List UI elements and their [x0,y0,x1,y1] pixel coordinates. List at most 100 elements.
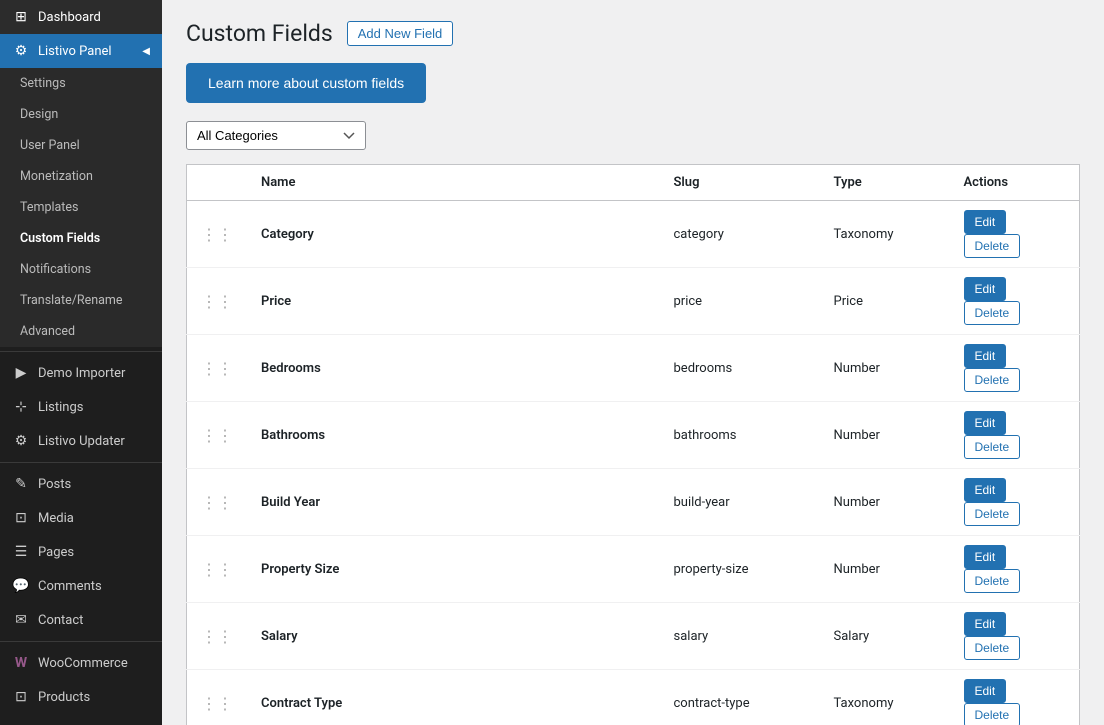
delete-button[interactable]: Delete [964,502,1021,526]
divider-2 [0,462,162,463]
table-row: ⋮⋮ Bedrooms bedrooms Number Edit Delete [187,335,1080,402]
drag-handle[interactable]: ⋮⋮ [187,402,248,469]
field-name: Bathrooms [261,428,325,443]
updater-icon: ⚙ [12,432,30,450]
field-name-cell: Contract Type [247,670,660,725]
sidebar-item-user-panel[interactable]: User Panel [0,130,162,161]
drag-handle[interactable]: ⋮⋮ [187,603,248,670]
field-type-cell: Number [820,402,950,469]
table-row: ⋮⋮ Salary salary Salary Edit Delete [187,603,1080,670]
field-slug-cell: category [660,201,820,268]
sidebar-item-label: Advanced [20,324,75,339]
drag-handle[interactable]: ⋮⋮ [187,536,248,603]
table-row: ⋮⋮ Build Year build-year Number Edit Del… [187,469,1080,536]
sidebar-item-posts[interactable]: ✎ Posts [0,467,162,501]
sidebar-item-design[interactable]: Design [0,99,162,130]
learn-more-button[interactable]: Learn more about custom fields [186,63,426,103]
field-slug: category [674,227,724,242]
sidebar-item-label: Monetization [20,169,93,184]
demo-icon: ▶ [12,364,30,382]
sidebar-item-custom-fields[interactable]: Custom Fields [0,223,162,254]
delete-button[interactable]: Delete [964,569,1021,593]
field-actions-cell: Edit Delete [950,201,1080,268]
sidebar-item-settings[interactable]: Settings [0,68,162,99]
table-row: ⋮⋮ Category category Taxonomy Edit Delet… [187,201,1080,268]
edit-button[interactable]: Edit [964,612,1007,636]
field-type-cell: Taxonomy [820,201,950,268]
edit-button[interactable]: Edit [964,277,1007,301]
edit-button[interactable]: Edit [964,679,1007,703]
sidebar-item-label: Posts [38,477,71,492]
pages-icon: ☰ [12,543,30,561]
delete-button[interactable]: Delete [964,301,1021,325]
field-slug: contract-type [674,696,750,711]
sidebar-item-monetization[interactable]: Monetization [0,161,162,192]
field-name-cell: Category [247,201,660,268]
sidebar-item-listivo-updater[interactable]: ⚙ Listivo Updater [0,424,162,458]
delete-button[interactable]: Delete [964,636,1021,660]
field-name-cell: Build Year [247,469,660,536]
sidebar-item-listings[interactable]: ⊹ Listings [0,390,162,424]
media-icon: ⊡ [12,509,30,527]
sidebar-item-label: User Panel [20,138,80,153]
listings-icon: ⊹ [12,398,30,416]
delete-button[interactable]: Delete [964,368,1021,392]
sidebar-item-label: Pages [38,545,74,560]
field-slug-cell: bedrooms [660,335,820,402]
category-filter[interactable]: All Categories [186,121,366,150]
edit-button[interactable]: Edit [964,411,1007,435]
col-slug-header: Slug [660,165,820,201]
main-content: Custom Fields Add New Field Learn more a… [162,0,1104,725]
field-slug-cell: bathrooms [660,402,820,469]
delete-button[interactable]: Delete [964,234,1021,258]
divider-3 [0,641,162,642]
sidebar-item-dashboard[interactable]: ⊞ Dashboard [0,0,162,34]
sidebar-item-translate-rename[interactable]: Translate/Rename [0,285,162,316]
field-slug: property-size [674,562,749,577]
sidebar-item-demo-importer[interactable]: ▶ Demo Importer [0,356,162,390]
field-name-cell: Bathrooms [247,402,660,469]
edit-button[interactable]: Edit [964,210,1007,234]
field-name: Build Year [261,495,320,510]
table-row: ⋮⋮ Price price Price Edit Delete [187,268,1080,335]
sidebar-item-label: Templates [20,200,78,215]
field-type-cell: Salary [820,603,950,670]
delete-button[interactable]: Delete [964,435,1021,459]
table-body: ⋮⋮ Category category Taxonomy Edit Delet… [187,201,1080,725]
sidebar-item-comments[interactable]: 💬 Comments [0,569,162,603]
field-slug: salary [674,629,709,644]
sidebar-item-media[interactable]: ⊡ Media [0,501,162,535]
sidebar-item-products[interactable]: ⊡ Products [0,680,162,714]
filter-row: All Categories [186,121,1080,150]
edit-button[interactable]: Edit [964,344,1007,368]
sidebar-item-templates[interactable]: Templates [0,192,162,223]
col-name-header: Name [247,165,660,201]
sidebar-item-contact[interactable]: ✉ Contact [0,603,162,637]
drag-handle[interactable]: ⋮⋮ [187,268,248,335]
sidebar-item-notifications[interactable]: Notifications [0,254,162,285]
drag-handle[interactable]: ⋮⋮ [187,335,248,402]
woo-icon: W [12,654,30,672]
sidebar-item-label: Custom Fields [20,231,100,246]
edit-button[interactable]: Edit [964,545,1007,569]
drag-handle[interactable]: ⋮⋮ [187,469,248,536]
sidebar-item-pages[interactable]: ☰ Pages [0,535,162,569]
sidebar-item-advanced[interactable]: Advanced [0,316,162,347]
field-actions-cell: Edit Delete [950,670,1080,725]
field-type: Price [834,294,863,309]
drag-handle[interactable]: ⋮⋮ [187,670,248,725]
field-name: Property Size [261,562,339,577]
sidebar-item-label: Demo Importer [38,366,125,381]
sidebar-item-listivo-panel[interactable]: ⚙ Listivo Panel ◀ [0,34,162,68]
edit-button[interactable]: Edit [964,478,1007,502]
col-actions-header: Actions [950,165,1080,201]
sidebar-item-label: WooCommerce [38,656,128,671]
delete-button[interactable]: Delete [964,703,1021,725]
field-actions-cell: Edit Delete [950,536,1080,603]
add-new-field-button[interactable]: Add New Field [347,21,454,46]
field-type-cell: Number [820,469,950,536]
sidebar-item-woocommerce[interactable]: W WooCommerce [0,646,162,680]
drag-handle[interactable]: ⋮⋮ [187,201,248,268]
col-drag-header [187,165,248,201]
table-header-row: Name Slug Type Actions [187,165,1080,201]
